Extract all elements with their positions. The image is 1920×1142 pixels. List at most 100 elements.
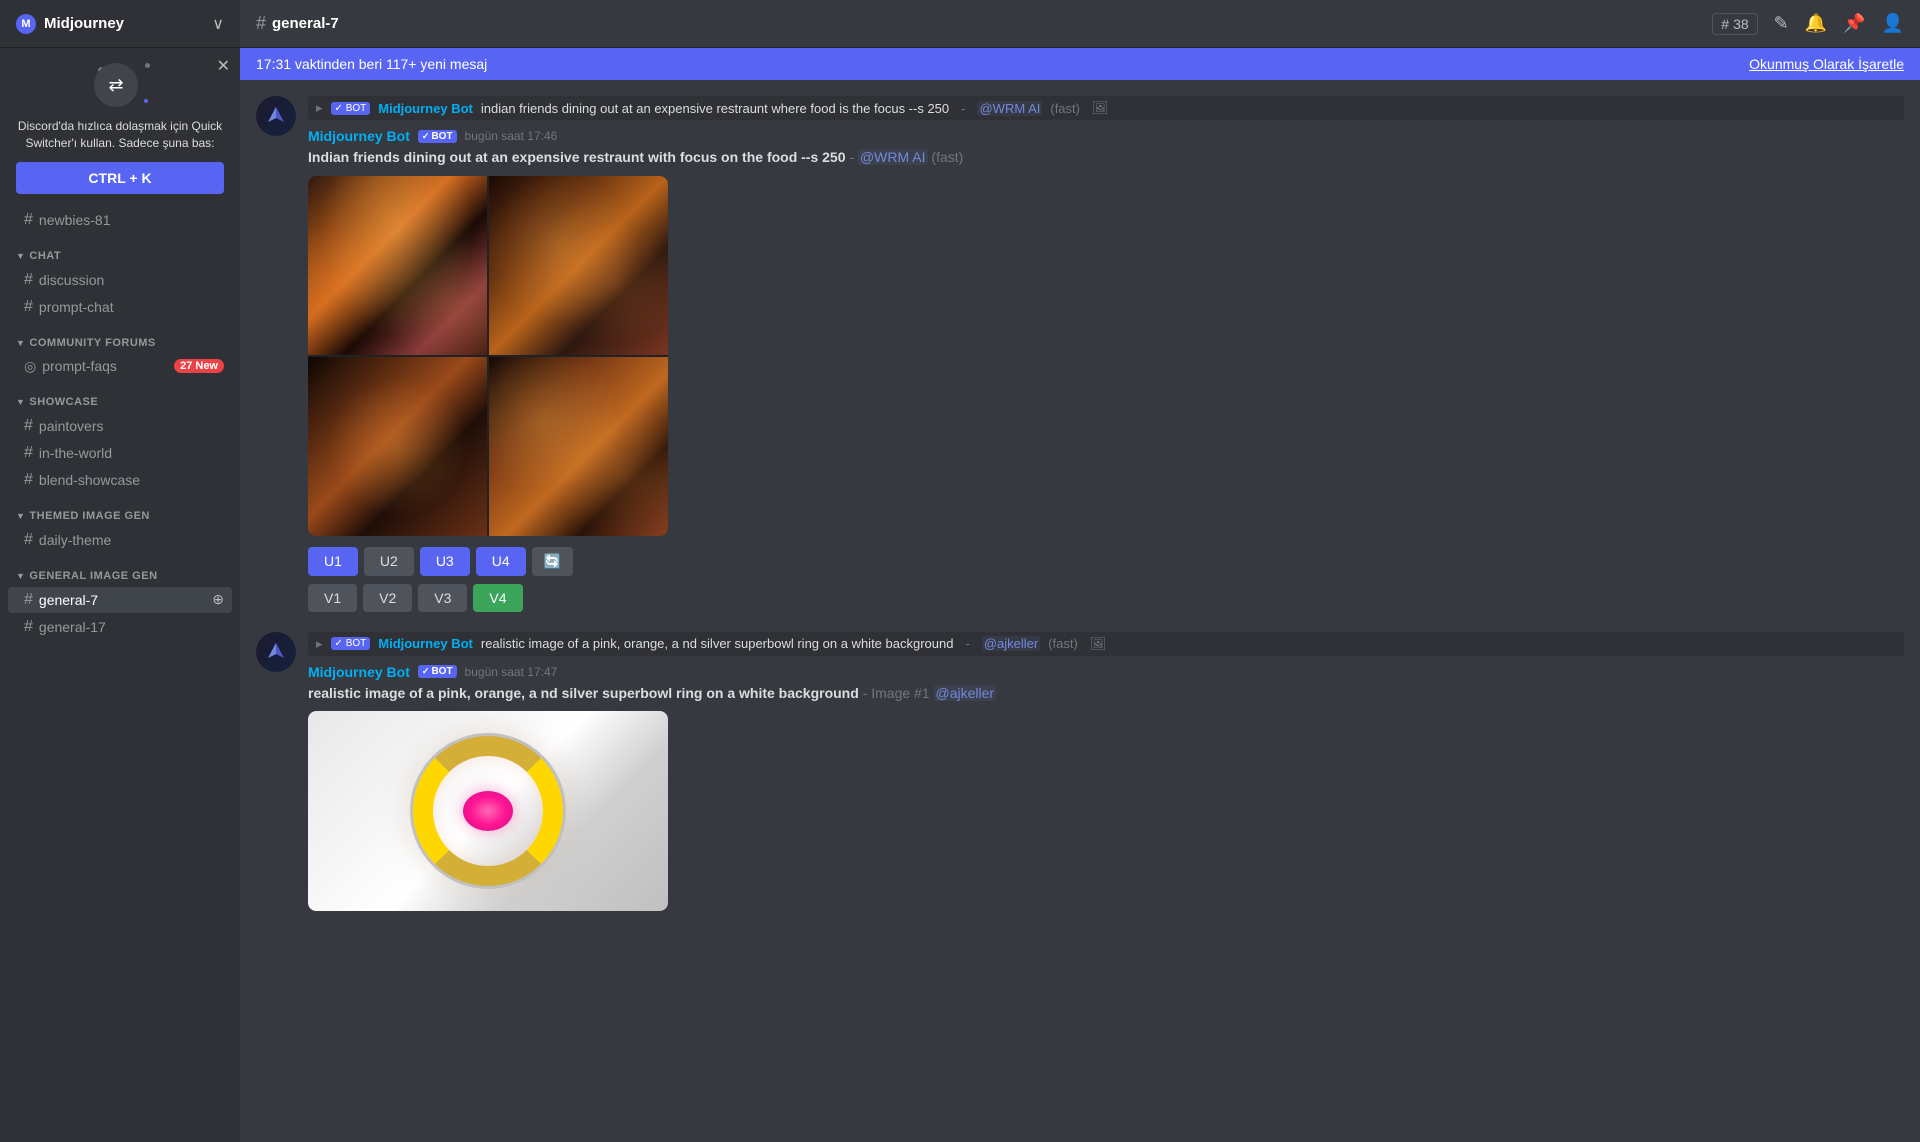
img-quad-2 bbox=[489, 176, 668, 355]
category-chat[interactable]: ▼ CHAT bbox=[0, 234, 240, 266]
member-count-badge: # 38 bbox=[1712, 13, 1757, 35]
u2-button[interactable]: U2 bbox=[364, 547, 414, 576]
bot-tag-1: ✓ BOT bbox=[418, 130, 457, 143]
server-header[interactable]: M Midjourney ∨ bbox=[0, 0, 240, 48]
messages-area[interactable]: ▸ ✓ BOT Midjourney Bot indian friends di… bbox=[240, 80, 1920, 1142]
sidebar-channels: # newbies-81 ▼ CHAT # discussion # promp… bbox=[0, 206, 240, 1142]
sidebar-item-in-the-world[interactable]: # in-the-world bbox=[8, 440, 232, 466]
sidebar-item-blend-showcase[interactable]: # blend-showcase bbox=[8, 467, 232, 493]
channel-header-name: # general-7 bbox=[256, 13, 339, 34]
sidebar: M Midjourney ∨ ✕ ⇄ Discord'da hızlıca do… bbox=[0, 0, 240, 1142]
ctrl-k-button[interactable]: CTRL + K bbox=[16, 162, 224, 194]
bot-username-ref-2: Midjourney Bot bbox=[378, 636, 473, 651]
sidebar-item-newbies-81[interactable]: # newbies-81 bbox=[8, 207, 232, 233]
category-general-image-gen[interactable]: ▼ GENERAL IMAGE GEN bbox=[0, 554, 240, 586]
image-container-1 bbox=[308, 176, 668, 536]
generated-image-dining bbox=[308, 176, 668, 536]
category-arrow-themed: ▼ bbox=[16, 511, 25, 521]
fast-tag-1: (fast) bbox=[1050, 101, 1080, 116]
prompt-text-1: Indian friends dining out at an expensiv… bbox=[308, 149, 846, 165]
fast-tag-2: (fast) bbox=[1048, 636, 1078, 651]
img-quad-4 bbox=[489, 357, 668, 536]
sidebar-item-general-17[interactable]: # general-17 bbox=[8, 614, 232, 640]
hash-icon: # bbox=[24, 531, 33, 549]
category-community-forums[interactable]: ▼ COMMUNiTY FORUMS bbox=[0, 321, 240, 353]
category-arrow-chat: ▼ bbox=[16, 251, 25, 261]
hash-icon: # bbox=[24, 417, 33, 435]
cmd-separator-2: - bbox=[965, 636, 969, 651]
hash-icon-sm: # bbox=[1721, 16, 1729, 32]
image-actions-row1: U1 U2 U3 U4 🔄 bbox=[308, 547, 1904, 576]
dot-tr bbox=[145, 63, 150, 68]
hash-icon: # bbox=[24, 298, 33, 316]
u1-button[interactable]: U1 bbox=[308, 547, 358, 576]
bot-tag-2: ✓ BOT bbox=[418, 665, 457, 678]
username-mj-2[interactable]: Midjourney Bot bbox=[308, 664, 410, 680]
tooltip-box: ✕ ⇄ Discord'da hızlıca dolaşmak için Qui… bbox=[0, 48, 240, 206]
category-showcase[interactable]: ▼ SHOWCASE bbox=[0, 380, 240, 412]
v2-button[interactable]: V2 bbox=[363, 584, 412, 612]
cmd-text-2: realistic image of a pink, orange, a nd … bbox=[481, 636, 954, 651]
sidebar-item-daily-theme[interactable]: # daily-theme bbox=[8, 527, 232, 553]
ring-stone bbox=[463, 791, 513, 831]
mention-ajkeller-msg: @ajkeller bbox=[934, 685, 997, 701]
image-container-ring bbox=[308, 711, 668, 911]
bell-icon[interactable]: 🔔 bbox=[1805, 13, 1827, 34]
v4-button[interactable]: V4 bbox=[473, 584, 522, 612]
separator: - bbox=[961, 101, 965, 116]
bot-tag-inline-2: ✓ BOT bbox=[331, 637, 371, 650]
prompt-text-2: realistic image of a pink, orange, a nd … bbox=[308, 685, 859, 701]
hash-icon: # bbox=[24, 211, 33, 229]
sidebar-item-prompt-chat[interactable]: # prompt-chat bbox=[8, 294, 232, 320]
new-messages-banner: 17:31 vaktinden beri 117+ yeni mesaj Oku… bbox=[240, 48, 1920, 80]
sidebar-item-general-7[interactable]: # general-7 ⊕ bbox=[8, 587, 232, 613]
fast-label-1: (fast) bbox=[931, 149, 963, 165]
bot-tag-inline-1: ✓ BOT bbox=[331, 102, 371, 115]
avatar-mj-1 bbox=[256, 96, 296, 136]
message-content-2: ▸ ✓ BOT Midjourney Bot realistic image o… bbox=[308, 632, 1904, 915]
refresh-button[interactable]: 🔄 bbox=[532, 547, 573, 576]
mention-wrmAI-msg: @WRM AI bbox=[858, 149, 928, 165]
v3-button[interactable]: V3 bbox=[418, 584, 467, 612]
message-group-2: ▸ ✓ BOT Midjourney Bot realistic image o… bbox=[256, 632, 1904, 915]
sidebar-item-prompt-faqs[interactable]: ◎ prompt-faqs 27 New bbox=[8, 354, 232, 379]
message-content-1: ▸ ✓ BOT Midjourney Bot indian friends di… bbox=[308, 96, 1904, 612]
img-quad-3 bbox=[308, 357, 487, 536]
main-content: # general-7 # 38 ✎ 🔔 📌 👤 17:31 vaktinden… bbox=[240, 0, 1920, 1142]
username-mj-1[interactable]: Midjourney Bot bbox=[308, 128, 410, 144]
hash-icon: # bbox=[24, 471, 33, 489]
sidebar-item-paintovers[interactable]: # paintovers bbox=[8, 413, 232, 439]
bot-username-ref-1: Midjourney Bot bbox=[378, 101, 473, 116]
u3-button[interactable]: U3 bbox=[420, 547, 470, 576]
cmd-text-1: indian friends dining out at an expensiv… bbox=[481, 101, 949, 116]
u4-button[interactable]: U4 bbox=[476, 547, 526, 576]
edit-icon[interactable]: ✎ bbox=[1774, 13, 1789, 34]
add-member-icon[interactable]: ⊕ bbox=[212, 591, 224, 608]
sidebar-item-discussion[interactable]: # discussion bbox=[8, 267, 232, 293]
hash-icon: # bbox=[24, 591, 33, 609]
hash-icon: # bbox=[24, 444, 33, 462]
category-themed-image-gen[interactable]: ▼ THEMED IMAGE GEN bbox=[0, 494, 240, 526]
avatar-mj-2 bbox=[256, 632, 296, 672]
mention-ajkeller-ref: @ajkeller bbox=[982, 636, 1040, 651]
members-icon[interactable]: 👤 bbox=[1882, 13, 1904, 34]
tooltip-text: Discord'da hızlıca dolaşmak için Quick S… bbox=[16, 118, 224, 152]
dash-separator-2: - Image #1 bbox=[863, 685, 934, 701]
message-left-2 bbox=[256, 632, 296, 915]
v1-button[interactable]: V1 bbox=[308, 584, 357, 612]
dot-br bbox=[142, 97, 150, 105]
banner-text: 17:31 vaktinden beri 117+ yeni mesaj bbox=[256, 56, 487, 72]
timestamp-1: bugün saat 17:46 bbox=[465, 129, 558, 143]
hash-icon: # bbox=[24, 618, 33, 636]
image-icon-2: 🖼 bbox=[1090, 636, 1107, 652]
mark-read-button[interactable]: Okunmuş Olarak İşaretle bbox=[1749, 56, 1904, 72]
pin-icon[interactable]: 📌 bbox=[1843, 13, 1865, 34]
timestamp-2: bugün saat 17:47 bbox=[465, 665, 558, 679]
arrow-circle: ⇄ bbox=[94, 63, 138, 107]
forum-icon: ◎ bbox=[24, 358, 36, 375]
server-icon: M bbox=[16, 14, 36, 34]
new-badge: 27 New bbox=[174, 359, 224, 373]
message-text-1: Indian friends dining out at an expensiv… bbox=[308, 148, 1904, 168]
img-quad-1 bbox=[308, 176, 487, 355]
message-text-2: realistic image of a pink, orange, a nd … bbox=[308, 684, 1904, 704]
